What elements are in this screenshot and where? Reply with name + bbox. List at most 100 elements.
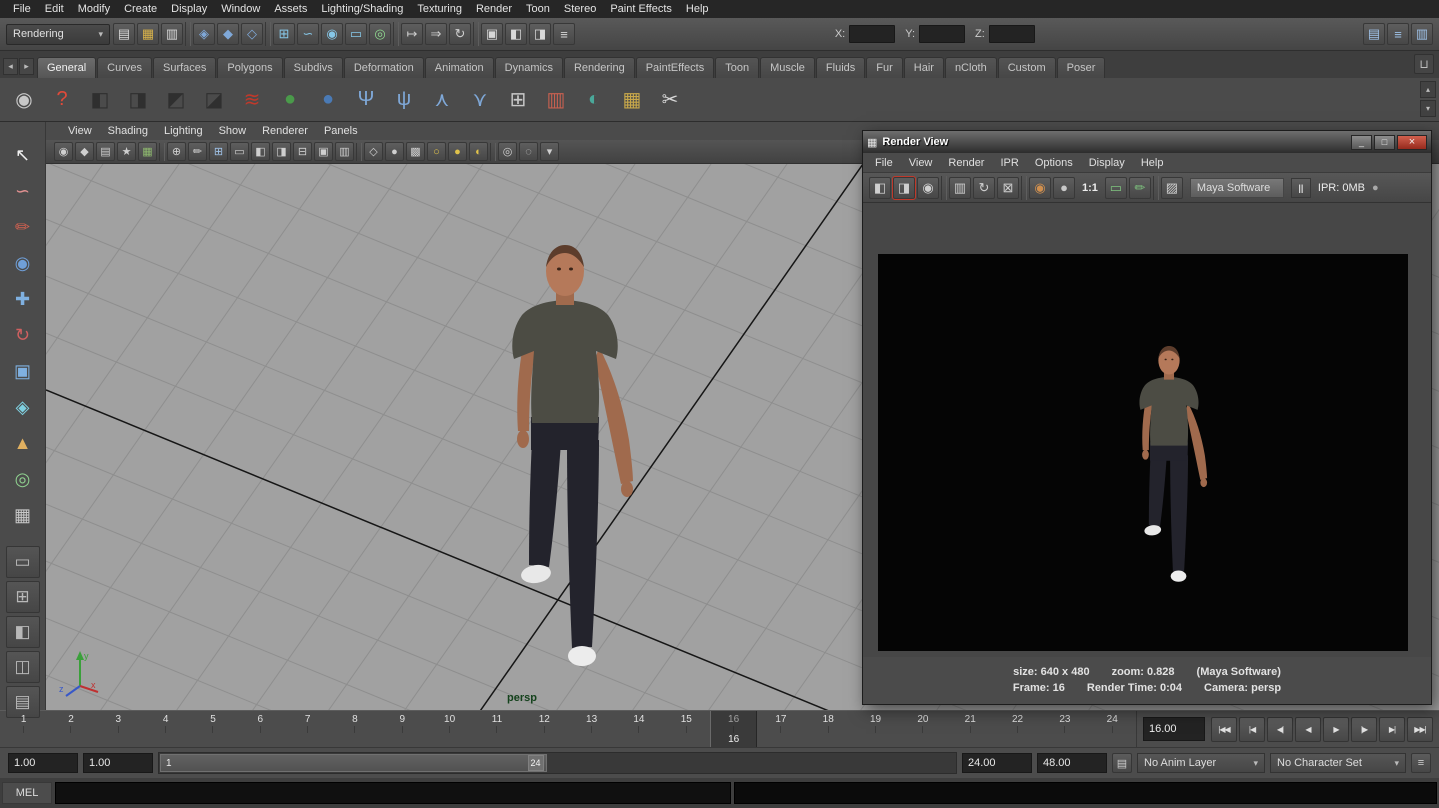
open-scene-icon[interactable]: ▦ xyxy=(137,23,159,45)
menubar-item[interactable]: Display xyxy=(164,0,214,18)
hypershade-persp-layout-button[interactable]: ◫ xyxy=(6,651,40,683)
render-current-frame-icon[interactable]: ◧ xyxy=(869,177,891,199)
menubar-item[interactable]: File xyxy=(6,0,38,18)
shelf-uv-editor-icon[interactable]: ⊞ xyxy=(500,82,536,118)
viewport-menu-item[interactable]: Renderer xyxy=(254,125,316,137)
shelf-stereo-camera-icon[interactable]: ◩ xyxy=(158,82,194,118)
shelf-graph-icon[interactable]: ▥ xyxy=(538,82,574,118)
menubar-item[interactable]: Create xyxy=(117,0,164,18)
shelf-tab-scroll-left-button[interactable]: ◂ xyxy=(3,58,18,75)
menubar-item[interactable]: Window xyxy=(214,0,267,18)
render-view-titlebar[interactable]: ▦ Render View _□× xyxy=(863,131,1431,153)
menubar-item[interactable]: Modify xyxy=(71,0,117,18)
film-gate-icon[interactable]: ▭ xyxy=(230,142,249,161)
ipr-render-icon[interactable]: ▥ xyxy=(949,177,971,199)
shelf-tab[interactable]: Animation xyxy=(425,57,494,78)
region-render-icon[interactable]: ⊠ xyxy=(997,177,1019,199)
menubar-item[interactable]: Help xyxy=(679,0,716,18)
shelf-node-down-icon[interactable]: ⋎ xyxy=(462,82,498,118)
menubar-item[interactable]: Texturing xyxy=(410,0,469,18)
make-live-icon[interactable]: ◎ xyxy=(369,23,391,45)
field-chart-icon[interactable]: ⊟ xyxy=(293,142,312,161)
display-rgb-channels-icon[interactable]: ◉ xyxy=(1029,177,1051,199)
input-connections-icon[interactable]: ↦ xyxy=(401,23,423,45)
snap-to-curve-icon[interactable]: ∽ xyxy=(297,23,319,45)
go-to-start-button[interactable]: |◀◀ xyxy=(1211,717,1237,742)
grid-toggle-icon[interactable]: ⊞ xyxy=(209,142,228,161)
menubar-item[interactable]: Lighting/Shading xyxy=(314,0,410,18)
timeline-strip[interactable]: 123456789101112131415161718192021222324 … xyxy=(0,711,1137,747)
render-settings-icon[interactable]: ≡ xyxy=(553,23,575,45)
select-by-component-icon[interactable]: ◇ xyxy=(241,23,263,45)
snap-to-grid-icon[interactable]: ⊞ xyxy=(273,23,295,45)
four-pane-layout-button[interactable]: ⊞ xyxy=(6,581,40,613)
keep-image-icon[interactable]: ✏ xyxy=(1129,177,1151,199)
viewport-toolbar-separator[interactable] xyxy=(490,143,496,161)
shelf-shading-group-icon[interactable]: ◐ xyxy=(576,82,612,118)
render-view-separator[interactable] xyxy=(941,176,947,200)
command-input[interactable] xyxy=(55,782,731,804)
snap-to-point-icon[interactable]: ◉ xyxy=(321,23,343,45)
grease-pencil-icon[interactable]: ✏ xyxy=(188,142,207,161)
rendered-image-area[interactable] xyxy=(878,254,1408,651)
trash-icon[interactable]: ⊔ xyxy=(1414,54,1434,74)
pause-ipr-button[interactable]: || xyxy=(1291,178,1311,198)
construction-history-icon[interactable]: ↻ xyxy=(449,23,471,45)
z-input[interactable] xyxy=(989,25,1035,43)
shelf-tab-scroll-right-button[interactable]: ▸ xyxy=(19,58,34,75)
current-frame-marker[interactable]: 16 xyxy=(710,711,757,747)
viewport-menu-item[interactable]: Shading xyxy=(100,125,156,137)
shelf-scroll-up-button[interactable]: ▴ xyxy=(1420,81,1436,98)
refresh-ipr-icon[interactable]: ↻ xyxy=(973,177,995,199)
output-connections-icon[interactable]: ⇒ xyxy=(425,23,447,45)
ipr-render-icon[interactable]: ◨ xyxy=(529,23,551,45)
character-set-selector[interactable]: No Character Set ▾ xyxy=(1270,753,1406,773)
select-camera-icon[interactable]: ◉ xyxy=(54,142,73,161)
safe-title-icon[interactable]: ▥ xyxy=(335,142,354,161)
attribute-editor-toggle-icon[interactable]: ▥ xyxy=(1411,23,1433,45)
menu-set-selector[interactable]: Rendering ▾ xyxy=(6,24,110,45)
shelf-camera-aim-up-icon[interactable]: ◪ xyxy=(196,82,232,118)
shelf-tab[interactable]: Toon xyxy=(715,57,759,78)
shelf-node-up-icon[interactable]: ⋏ xyxy=(424,82,460,118)
shelf-tab[interactable]: Fur xyxy=(866,57,903,78)
textured-mode-icon[interactable]: ▩ xyxy=(406,142,425,161)
shelf-tab[interactable]: Rendering xyxy=(564,57,635,78)
anim-layer-selector[interactable]: No Anim Layer ▾ xyxy=(1137,753,1265,773)
viewport-menu-item[interactable]: View xyxy=(60,125,100,137)
shelf-tab[interactable]: Custom xyxy=(998,57,1056,78)
move-tool[interactable]: ✚ xyxy=(6,282,40,316)
play-forwards-button[interactable]: ▶ xyxy=(1323,717,1349,742)
redo-previous-render-icon[interactable]: ◨ xyxy=(893,177,915,199)
shelf-tab[interactable]: General xyxy=(37,57,96,78)
layer-editor-toggle-icon[interactable]: ≡ xyxy=(1387,23,1409,45)
shelf-tab[interactable]: Hair xyxy=(904,57,944,78)
menubar-item[interactable]: Edit xyxy=(38,0,71,18)
shelf-assign-shader-icon[interactable]: ● xyxy=(272,82,308,118)
shelf-tab[interactable]: Dynamics xyxy=(495,57,563,78)
one-to-one-zoom-button[interactable]: 1:1 xyxy=(1077,182,1103,194)
shelf-texture-icon[interactable]: ▦ xyxy=(614,82,650,118)
shelf-camera-icon[interactable]: ◧ xyxy=(82,82,118,118)
renderer-selector[interactable]: Maya Software xyxy=(1190,178,1284,198)
select-by-object-icon[interactable]: ◆ xyxy=(217,23,239,45)
toolbar-separator[interactable] xyxy=(473,22,479,46)
render-current-frame-icon[interactable]: ◧ xyxy=(505,23,527,45)
all-lights-icon[interactable]: ● xyxy=(448,142,467,161)
open-render-view-icon[interactable]: ▣ xyxy=(481,23,503,45)
play-backwards-button[interactable]: ◀ xyxy=(1295,717,1321,742)
step-back-key-button[interactable]: |◀ xyxy=(1239,717,1265,742)
scale-tool[interactable]: ▣ xyxy=(6,354,40,388)
paint-effects-tool[interactable]: ◉ xyxy=(6,246,40,280)
snap-to-plane-icon[interactable]: ▭ xyxy=(345,23,367,45)
range-end-handle[interactable]: 24 xyxy=(528,755,544,771)
render-settings-icon[interactable]: ▨ xyxy=(1161,177,1183,199)
select-by-hierarchy-icon[interactable]: ◈ xyxy=(193,23,215,45)
viewport-toolbar-separator[interactable] xyxy=(159,143,165,161)
menubar-item[interactable]: Stereo xyxy=(557,0,603,18)
anim-layer-icon[interactable]: ▤ xyxy=(1112,753,1132,773)
camera-attributes-icon[interactable]: ▤ xyxy=(96,142,115,161)
select-tool[interactable]: ↖ xyxy=(6,138,40,172)
command-language-toggle[interactable]: MEL xyxy=(2,782,52,804)
shelf-paint-effects-icon[interactable]: ≋ xyxy=(234,82,270,118)
